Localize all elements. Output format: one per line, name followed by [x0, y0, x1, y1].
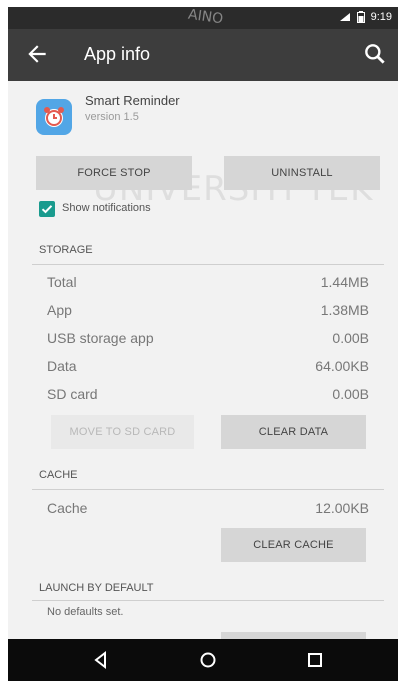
storage-row-label: App: [47, 302, 72, 318]
app-bar: App info: [8, 29, 398, 81]
app-version: version 1.5: [85, 111, 139, 123]
nav-home-icon[interactable]: [196, 648, 220, 672]
app-name: Smart Reminder: [85, 93, 180, 108]
signal-icon: [339, 13, 350, 21]
cache-row-label: Cache: [47, 500, 88, 516]
storage-row-label: Total: [47, 274, 77, 290]
uninstall-button[interactable]: UNINSTALL: [224, 156, 380, 190]
nav-recents-icon[interactable]: [303, 648, 327, 672]
storage-row-label: SD card: [47, 386, 98, 402]
storage-row-data: Data 64.00KB: [47, 358, 369, 382]
app-info-content: UNIVERSITI TEK AINO Smart Reminder versi…: [8, 7, 398, 642]
storage-row-value: 0.00B: [332, 386, 369, 402]
move-to-sd-card-button[interactable]: MOVE TO SD CARD: [51, 415, 194, 449]
show-notifications-checkbox[interactable]: [39, 201, 55, 217]
cache-header: CACHE: [39, 469, 78, 481]
alarm-clock-icon: [44, 107, 64, 127]
checkmark-icon: [41, 205, 53, 214]
storage-row-sd-card: SD card 0.00B: [47, 386, 369, 410]
storage-row-value: 64.00KB: [315, 358, 369, 374]
storage-row-label: USB storage app: [47, 330, 154, 346]
storage-header: STORAGE: [39, 244, 93, 256]
force-stop-button[interactable]: FORCE STOP: [36, 156, 192, 190]
clear-cache-button[interactable]: CLEAR CACHE: [221, 528, 366, 562]
phone-screen: 9:19 App info UNIVERSITI TEK AINO Smart …: [8, 7, 398, 681]
storage-divider: [32, 264, 384, 265]
storage-row-total: Total 1.44MB: [47, 274, 369, 298]
status-icons: 9:19: [339, 11, 392, 23]
no-defaults-text: No defaults set.: [47, 606, 124, 618]
cache-row: Cache 12.00KB: [47, 500, 369, 524]
storage-row-usb: USB storage app 0.00B: [47, 330, 369, 354]
status-time: 9:19: [370, 11, 392, 23]
storage-row-value: 1.44MB: [320, 274, 369, 290]
navigation-bar: [8, 639, 398, 681]
back-arrow-icon[interactable]: [24, 41, 50, 67]
nav-back-icon[interactable]: [89, 648, 113, 672]
cache-row-value: 12.00KB: [315, 500, 369, 516]
storage-row-value: 1.38MB: [320, 302, 369, 318]
battery-icon: [356, 11, 365, 23]
show-notifications-label: Show notifications: [62, 202, 151, 214]
page-title: App info: [84, 44, 151, 64]
launch-by-default-header: LAUNCH BY DEFAULT: [39, 582, 154, 594]
clear-data-button[interactable]: CLEAR DATA: [221, 415, 366, 449]
storage-row-label: Data: [47, 358, 77, 374]
launch-divider: [32, 600, 384, 601]
storage-row-value: 0.00B: [332, 330, 369, 346]
app-icon: [36, 99, 72, 135]
storage-row-app: App 1.38MB: [47, 302, 369, 326]
cache-divider: [32, 489, 384, 490]
search-icon[interactable]: [362, 41, 388, 67]
